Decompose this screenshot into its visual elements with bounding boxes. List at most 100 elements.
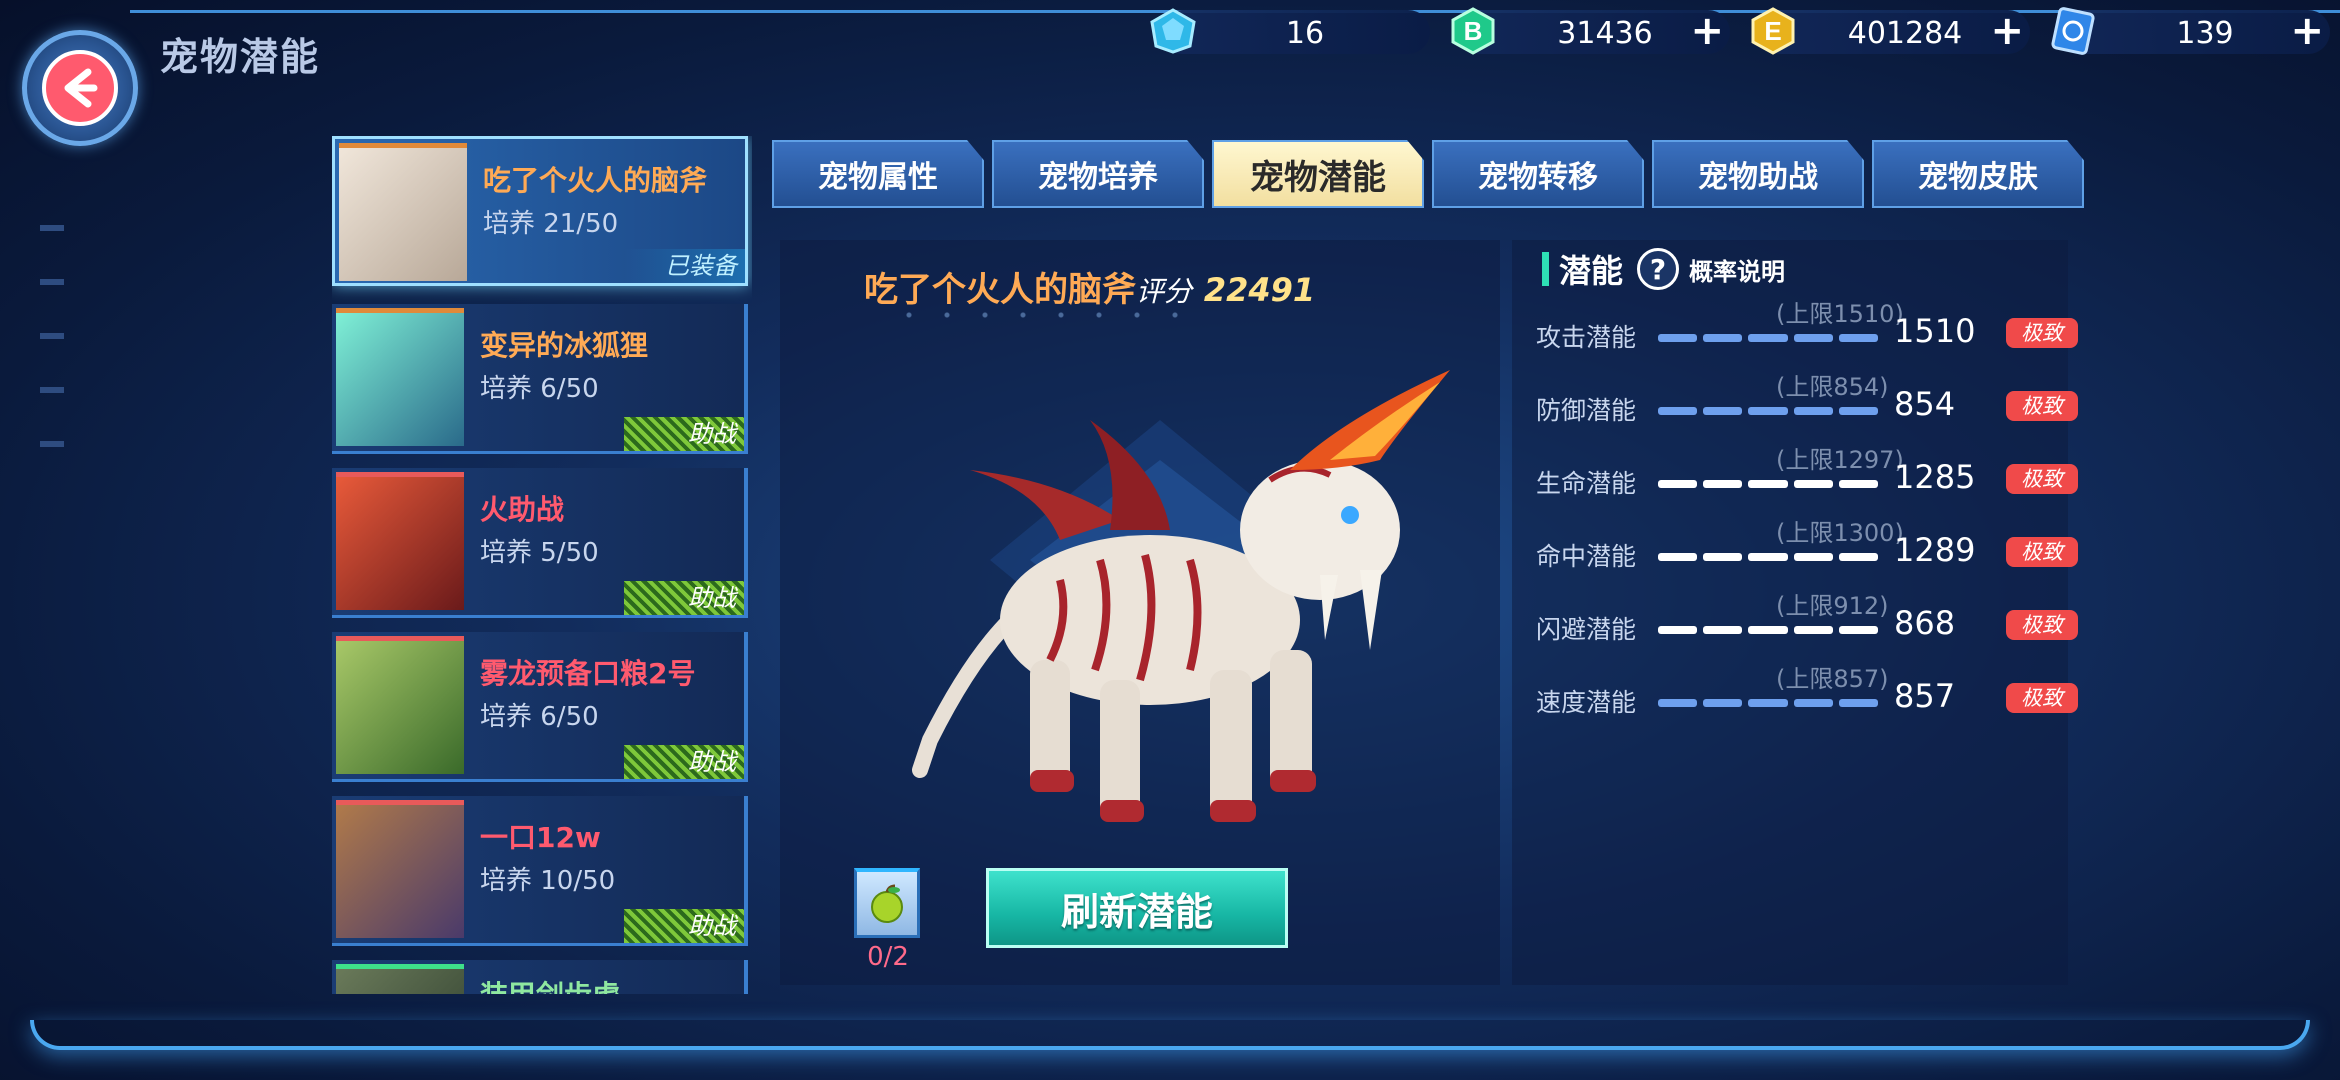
stat-value: 1285 [1894, 458, 1976, 496]
potential-row: 攻击潜能 (上限1510) 1510 极致 [1536, 298, 2078, 358]
pet-avatar [336, 800, 464, 938]
pet-name: 雾龙预备口粮2号 [480, 657, 696, 690]
stat-cap: (上限854) [1776, 373, 1889, 401]
refresh-potential-button[interactable]: 刷新潜能 [986, 868, 1288, 948]
currency-b: B 31436 + [1451, 7, 1730, 55]
potential-panel: 潜能 ? 概率说明 攻击潜能 (上限1510) 1510 极致 防御潜能 (上限854) 8… [1512, 240, 2078, 985]
max-badge: 极致 [2006, 610, 2078, 640]
pet-avatar [336, 636, 464, 774]
pet-card-5[interactable]: 装甲剑齿虎 [332, 960, 748, 994]
potential-row: 闪避潜能 (上限912) 868 极致 [1536, 590, 2078, 650]
equipped-badge: 已装备 [625, 249, 745, 283]
pet-train-level: 培养 5/50 [480, 538, 599, 568]
tab-bar: 宠物属性 宠物培养 宠物潜能 宠物转移 宠物助战 宠物皮肤 [772, 140, 2084, 208]
assist-badge: 助战 [624, 417, 744, 451]
stat-label: 闪避潜能 [1536, 615, 1637, 644]
tab-pet-training[interactable]: 宠物培养 [992, 140, 1204, 208]
stat-progress-bar [1658, 626, 1879, 634]
assist-badge: 助战 [624, 745, 744, 779]
stat-value: 868 [1894, 604, 1956, 642]
stat-cap: (上限857) [1776, 665, 1889, 693]
stat-cap: (上限912) [1776, 592, 1889, 620]
potential-row: 速度潜能 (上限857) 857 极致 [1536, 663, 2078, 723]
potential-row: 命中潜能 (上限1300) 1289 极致 [1536, 517, 2078, 577]
back-arrow-icon [42, 50, 118, 126]
header-accent-bar [1542, 252, 1549, 286]
pet-card-0[interactable]: 吃了个火人的脑斧 培养 21/50 已装备 [332, 136, 748, 286]
tab-pet-skin[interactable]: 宠物皮肤 [1872, 140, 2084, 208]
tab-pet-assist[interactable]: 宠物助战 [1652, 140, 1864, 208]
assist-badge: 助战 [624, 581, 744, 615]
max-badge: 极致 [2006, 537, 2078, 567]
potential-row: 防御潜能 (上限854) 854 极致 [1536, 371, 2078, 431]
tab-pet-attributes[interactable]: 宠物属性 [772, 140, 984, 208]
potential-header: 潜能 ? 概率说明 [1542, 246, 1785, 292]
stat-progress-bar [1658, 480, 1879, 488]
currency-value: 401284 [1847, 16, 1963, 51]
stat-cap: (上限1300) [1776, 519, 1904, 547]
stat-cap: (上限1297) [1776, 446, 1904, 474]
max-badge: 极致 [2006, 391, 2078, 421]
stat-label: 生命潜能 [1536, 469, 1637, 498]
fruit-icon [871, 884, 903, 923]
pet-avatar [336, 964, 464, 994]
stat-value: 1510 [1894, 312, 1976, 350]
add-e-coin-button[interactable]: + [1990, 10, 2024, 52]
pet-model-tiger [912, 370, 1450, 822]
svg-text:B: B [1464, 16, 1483, 46]
left-decoration [40, 225, 64, 495]
help-icon[interactable]: ? [1637, 248, 1680, 290]
pet-name: 变异的冰狐狸 [480, 329, 649, 362]
pet-card-3[interactable]: 雾龙预备口粮2号 培养 6/50 助战 [332, 632, 748, 782]
max-badge: 极致 [2006, 318, 2078, 348]
max-badge: 极致 [2006, 464, 2078, 494]
currency-diamond: 16 [1150, 8, 1430, 54]
pet-display-name: 吃了个火人的脑斧 [864, 270, 1136, 310]
pet-score: 22491 [1203, 271, 1316, 309]
pet-name: 吃了个火人的脑斧 [483, 164, 708, 197]
pet-display-panel: 吃了个火人的脑斧评分 22491 0/2 刷新潜能 [780, 240, 1500, 985]
stat-cap: (上限1510) [1776, 300, 1904, 328]
currency-ticket: 139 + [2051, 7, 2330, 55]
add-b-coin-button[interactable]: + [1690, 10, 1724, 52]
item-count: 0/2 [867, 942, 909, 972]
stat-label: 命中潜能 [1536, 542, 1637, 571]
pet-card-4[interactable]: 一口12w 培养 10/50 助战 [332, 796, 748, 946]
pet-avatar [336, 472, 464, 610]
potential-title: 潜能 [1559, 252, 1624, 290]
pet-train-level: 培养 6/50 [480, 702, 599, 732]
score-label: 评分 [1136, 275, 1193, 308]
stat-label: 速度潜能 [1536, 688, 1637, 717]
pet-name: 装甲剑齿虎 [480, 974, 620, 994]
stat-label: 防御潜能 [1536, 396, 1637, 425]
fruit-item-slot[interactable] [854, 868, 920, 938]
pet-card-2[interactable]: 火助战 培养 5/50 助战 [332, 468, 748, 618]
e-coin-icon: E [1748, 6, 1798, 56]
stat-value: 857 [1894, 677, 1956, 715]
pet-train-level: 培养 21/50 [483, 209, 619, 239]
tab-pet-transfer[interactable]: 宠物转移 [1432, 140, 1644, 208]
pet-avatar [336, 308, 464, 446]
pet-card-1[interactable]: 变异的冰狐狸 培养 6/50 助战 [332, 304, 748, 454]
stat-value: 1289 [1894, 531, 1976, 569]
potential-row: 生命潜能 (上限1297) 1285 极致 [1536, 444, 2078, 504]
max-badge: 极致 [2006, 683, 2078, 713]
assist-badge: 助战 [624, 909, 744, 943]
currency-e: E 401284 + [1751, 7, 2030, 55]
currency-value: 139 [2176, 16, 2234, 51]
diamond-icon [1148, 6, 1198, 56]
title-dots-decoration [890, 310, 1190, 320]
probability-info-link[interactable]: 概率说明 [1689, 252, 1785, 287]
stat-value: 854 [1894, 385, 1956, 423]
tab-pet-potential[interactable]: 宠物潜能 [1212, 140, 1424, 208]
stat-progress-bar [1658, 553, 1879, 561]
stat-progress-bar [1658, 699, 1879, 707]
add-ticket-button[interactable]: + [2290, 10, 2324, 52]
currency-value: 31436 [1557, 16, 1653, 51]
b-coin-icon: B [1448, 6, 1498, 56]
ticket-icon [2048, 6, 2098, 56]
stat-label: 攻击潜能 [1536, 323, 1637, 352]
back-button[interactable] [22, 30, 138, 146]
pet-name: 一口12w [480, 821, 601, 854]
pet-list[interactable]: 吃了个火人的脑斧 培养 21/50 已装备 变异的冰狐狸 培养 6/50 助战 … [332, 136, 752, 994]
